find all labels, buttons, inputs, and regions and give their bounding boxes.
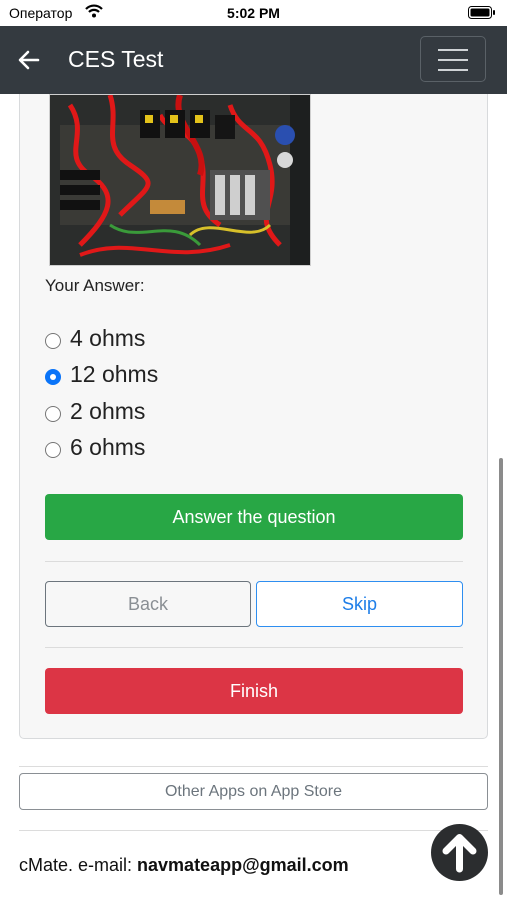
divider xyxy=(45,647,463,648)
finish-button[interactable]: Finish xyxy=(45,668,463,714)
divider xyxy=(45,561,463,562)
hamburger-line xyxy=(438,49,468,51)
navbar: CES Test xyxy=(0,26,507,94)
clock: 5:02 PM xyxy=(227,5,280,21)
page-title: CES Test xyxy=(68,46,164,72)
footer-contact: cMate. e-mail: navmateapp@gmail.com xyxy=(19,855,349,876)
hamburger-line xyxy=(438,69,468,71)
arrow-left-icon[interactable] xyxy=(18,49,40,71)
radio-button-selected[interactable] xyxy=(45,369,61,385)
battery-icon xyxy=(468,6,495,19)
answer-option-label[interactable]: 12 ohms xyxy=(70,361,158,388)
hamburger-menu-button[interactable] xyxy=(420,36,486,82)
arrow-up-icon xyxy=(442,834,477,873)
divider xyxy=(19,830,488,831)
status-bar: Оператор 5:02 PM xyxy=(0,0,507,26)
radio-button[interactable] xyxy=(45,442,61,458)
footer-email[interactable]: navmateapp@gmail.com xyxy=(137,855,349,875)
answer-option-label[interactable]: 6 ohms xyxy=(70,434,145,461)
wiring-panel-image xyxy=(50,95,310,265)
scroll-to-top-button[interactable] xyxy=(431,824,488,881)
scrollbar[interactable] xyxy=(499,458,503,895)
footer-prefix: cMate. e-mail: xyxy=(19,855,138,875)
hamburger-line xyxy=(438,59,468,61)
question-image xyxy=(49,94,311,266)
your-answer-label: Your Answer: xyxy=(45,276,145,295)
divider xyxy=(19,766,488,767)
answer-question-button[interactable]: Answer the question xyxy=(45,494,463,540)
radio-button[interactable] xyxy=(45,333,61,349)
answer-option-label[interactable]: 2 ohms xyxy=(70,398,145,425)
answer-option-label[interactable]: 4 ohms xyxy=(70,325,145,352)
skip-button[interactable]: Skip xyxy=(256,581,463,627)
other-apps-button[interactable]: Other Apps on App Store xyxy=(19,773,488,810)
radio-button[interactable] xyxy=(45,406,61,422)
back-button[interactable]: Back xyxy=(45,581,251,627)
